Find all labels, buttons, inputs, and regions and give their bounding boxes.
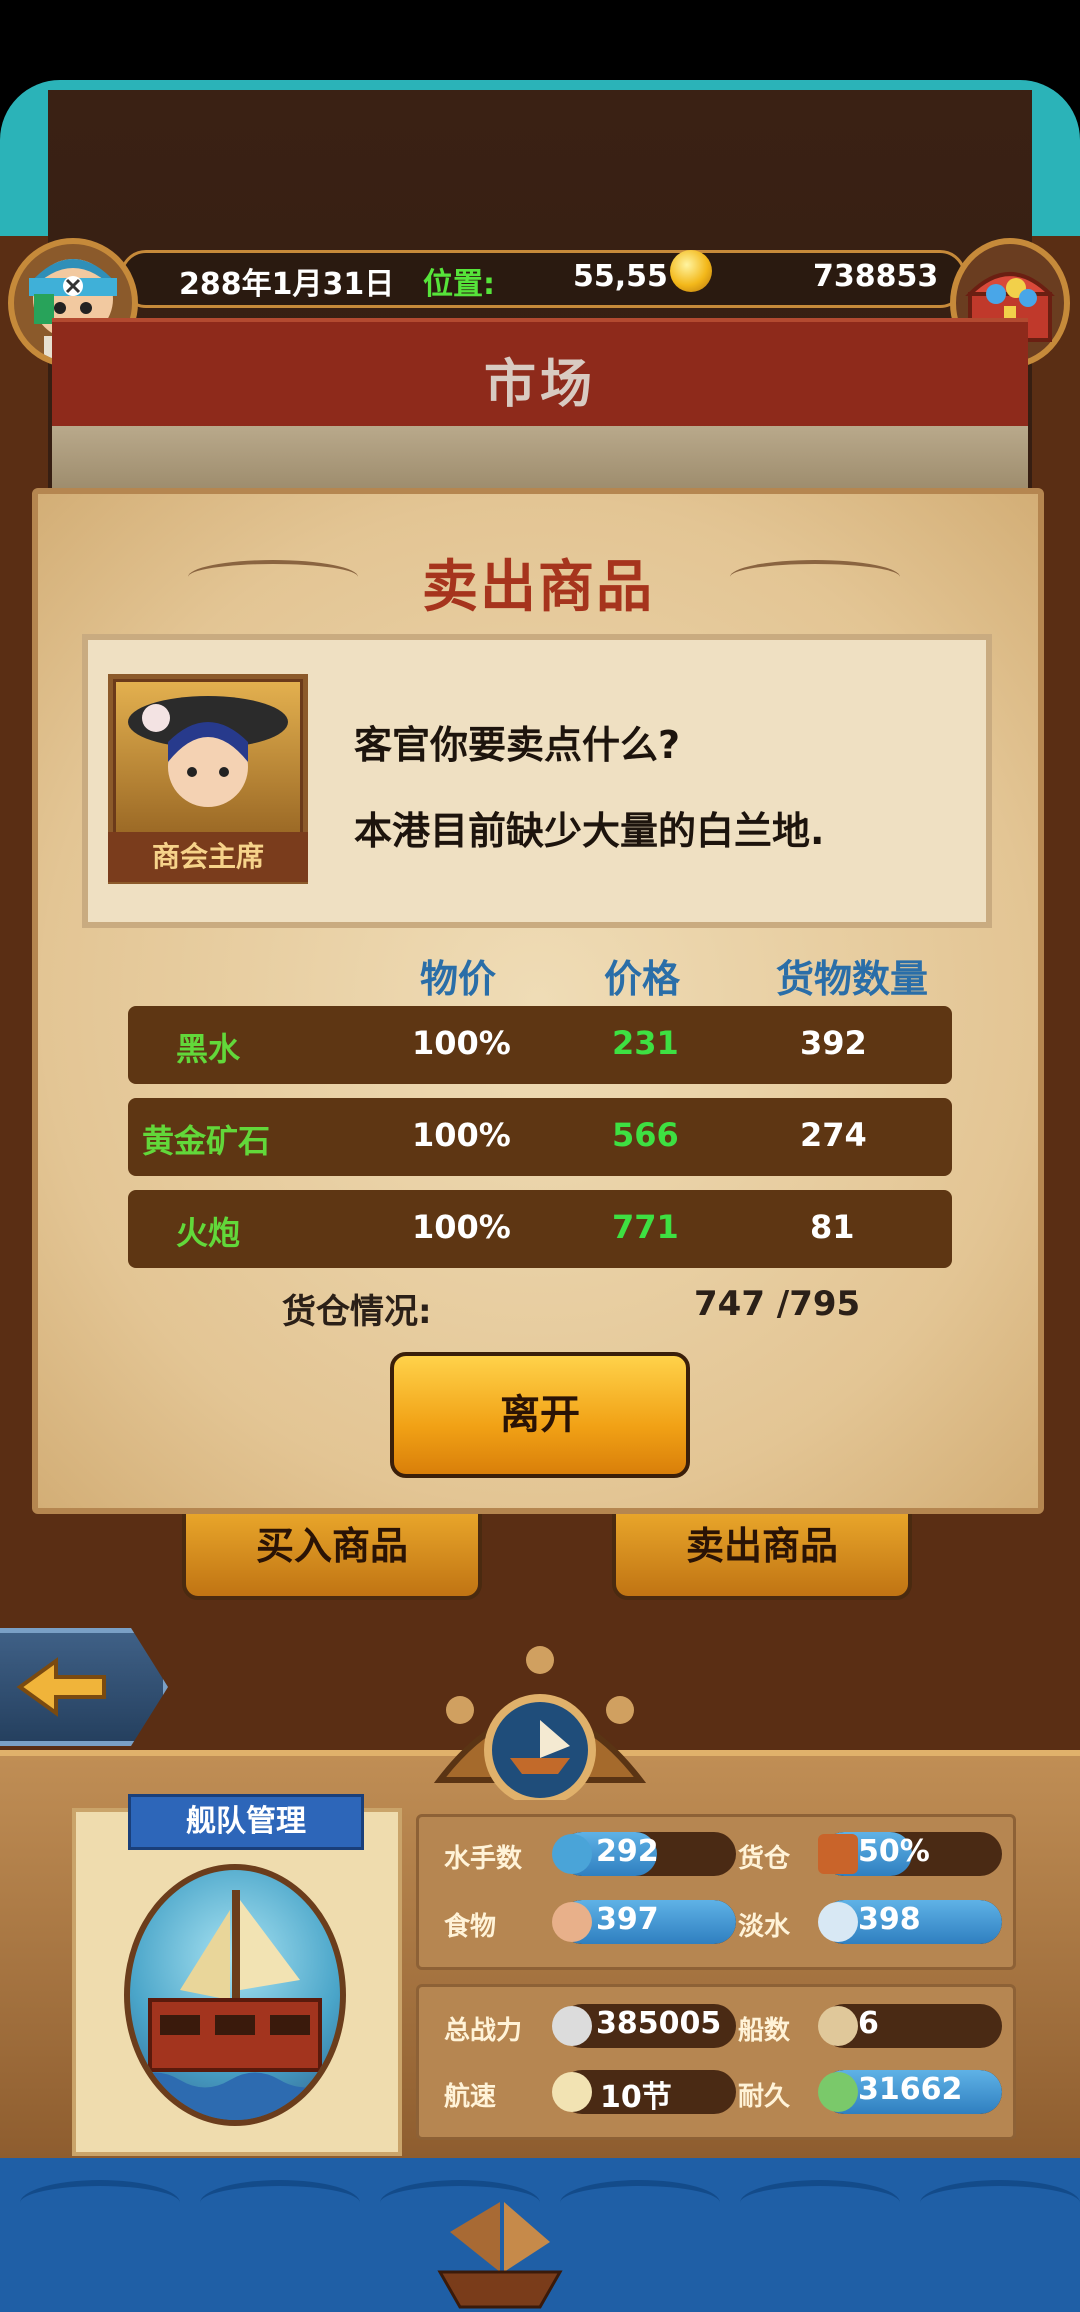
sailors-label: 水手数 (444, 1844, 523, 1874)
speed-value: 10节 (600, 2080, 672, 2115)
water-label: 淡水 (738, 1912, 791, 1942)
goods-row[interactable]: 黑水 100% 231 392 (128, 1006, 952, 1084)
gold-amount: 738853 (813, 259, 939, 294)
speed-label: 航速 (444, 2082, 497, 2112)
flagship-image[interactable] (124, 1864, 346, 2126)
goods-price: 566 (612, 1116, 679, 1154)
cargo-label: 货仓 (738, 1844, 791, 1874)
food-value: 397 (596, 1902, 659, 1937)
header-quantity: 货物数量 (776, 957, 929, 1001)
goods-price: 231 (612, 1024, 679, 1062)
ships-value: 6 (858, 2006, 879, 2041)
goods-ratio: 100% (412, 1024, 511, 1062)
goods-quantity: 274 (800, 1116, 867, 1154)
food-icon (552, 1902, 592, 1942)
location-value: 55,55 (573, 259, 668, 294)
sell-goods-button[interactable]: 卖出商品 (612, 1510, 912, 1600)
food-label: 食物 (444, 1912, 497, 1942)
water-icon (818, 1902, 858, 1942)
hold-status-label: 货仓情况: (282, 1292, 432, 1332)
ship-count-icon (818, 2006, 858, 2046)
npc-line-1: 客官你要卖点什么? (354, 723, 681, 767)
header-price-ratio: 物价 (420, 957, 497, 1001)
goods-name: 黑水 (176, 1030, 241, 1068)
npc-portrait-image (116, 682, 300, 832)
goods-ratio: 100% (412, 1208, 511, 1246)
location-label: 位置: (423, 267, 495, 302)
power-value: 385005 (596, 2006, 722, 2041)
goods-ratio: 100% (412, 1116, 511, 1154)
sailor-icon (552, 1834, 592, 1874)
cargo-value: 50% (858, 1834, 930, 1869)
npc-line-2: 本港目前缺少大量的白兰地. (354, 809, 825, 853)
durability-icon (818, 2072, 858, 2112)
ship-wheel-icon[interactable] (430, 1630, 650, 1800)
cargo-icon (818, 1834, 858, 1874)
market-banner: 市场 (52, 318, 1028, 432)
power-label: 总战力 (444, 2016, 523, 2046)
market-title: 市场 (483, 355, 596, 415)
goods-row[interactable]: 黄金矿石 100% 566 274 (128, 1098, 952, 1176)
title-flourish-left (188, 560, 358, 594)
goods-row[interactable]: 火炮 100% 771 81 (128, 1190, 952, 1268)
game-date: 288年1月31日 (179, 267, 395, 302)
power-icon (552, 2006, 592, 2046)
title-flourish-right (730, 560, 900, 594)
buy-goods-button[interactable]: 买入商品 (182, 1510, 482, 1600)
ships-label: 船数 (738, 2016, 791, 2046)
back-arrow-icon (16, 1657, 106, 1717)
goods-name: 黄金矿石 (142, 1122, 271, 1160)
goods-price: 771 (612, 1208, 679, 1246)
gold-coin-icon (670, 250, 712, 292)
durability-value: 31662 (858, 2072, 963, 2107)
goods-quantity: 81 (810, 1208, 855, 1246)
sailing-ship-icon[interactable] (430, 2192, 570, 2312)
header-price: 价格 (604, 957, 681, 1001)
durability-label: 耐久 (738, 2082, 791, 2112)
info-bar: 288年1月31日 位置: 55,55 738853 (120, 250, 966, 308)
npc-name-label: 商会主席 (108, 832, 308, 882)
goods-quantity: 392 (800, 1024, 867, 1062)
leave-button[interactable]: 离开 (390, 1352, 690, 1478)
water-value: 398 (858, 1902, 921, 1937)
speed-icon (552, 2072, 592, 2112)
sailors-value: 292 (596, 1834, 659, 1869)
goods-name: 火炮 (176, 1214, 241, 1252)
fleet-management-title[interactable]: 舰队管理 (128, 1794, 364, 1850)
hold-status-value: 747 /795 (694, 1284, 861, 1324)
